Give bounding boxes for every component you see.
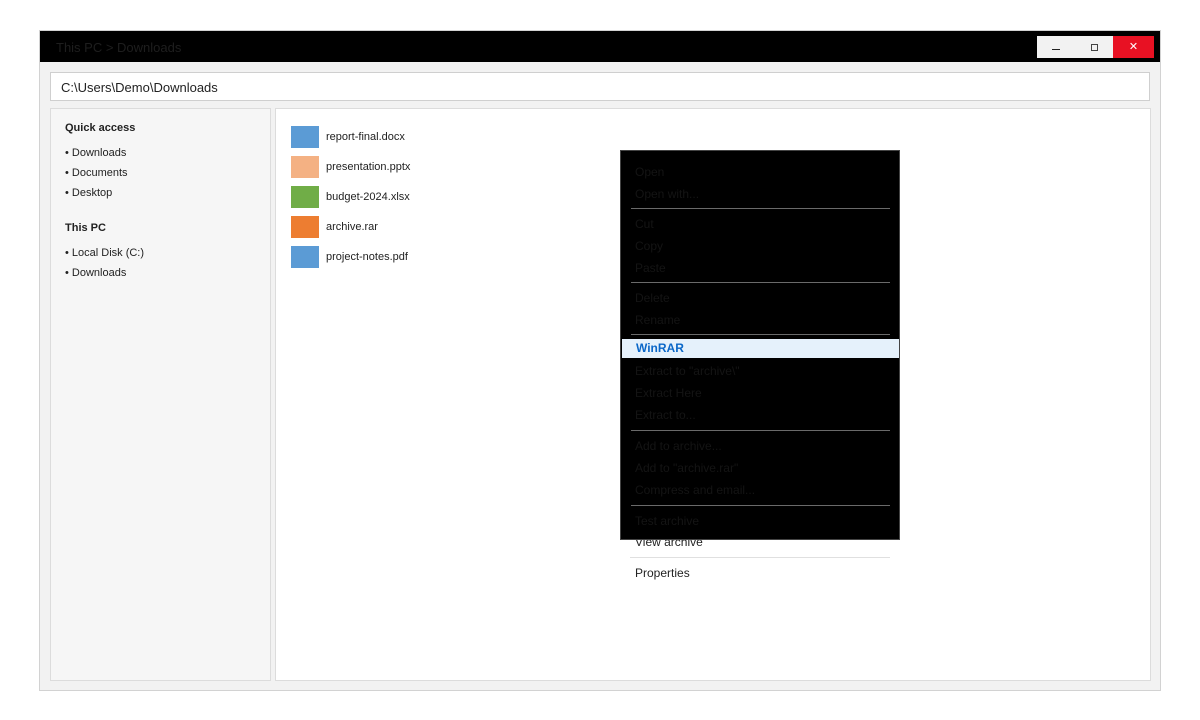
sidebar-item-local-disk[interactable]: • Local Disk (C:) [65,247,144,259]
pptx-file-icon [291,156,319,178]
sidebar-item-desktop[interactable]: • Desktop [65,187,112,199]
menu-item-test-archive[interactable]: Test archive [621,511,899,531]
file-item[interactable]: presentation.pptx [291,156,410,178]
minimize-icon [1052,48,1060,50]
menu-item-delete[interactable]: Delete [621,288,899,308]
menu-item-open[interactable]: Open [621,162,899,182]
xlsx-file-icon [291,186,319,208]
menu-item-paste[interactable]: Paste [621,258,899,278]
menu-item-compress-and-email[interactable]: Compress and email... [621,480,899,500]
sidebar-item-documents[interactable]: • Documents [65,167,128,179]
rar-file-icon [291,216,319,238]
context-menu: Open Open with... Cut Copy Paste Delete … [620,150,900,540]
menu-item-cut[interactable]: Cut [621,214,899,234]
close-icon: ✕ [1128,40,1139,53]
file-name: archive.rar [326,221,378,233]
menu-separator [631,208,890,209]
menu-item-copy[interactable]: Copy [621,236,899,256]
menu-item-rename[interactable]: Rename [621,310,899,330]
sidebar-item-downloads[interactable]: • Downloads [65,147,126,159]
file-name: presentation.pptx [326,161,411,173]
quick-access-title[interactable]: Quick access [65,122,135,134]
menu-item-extract-here[interactable]: Extract Here [621,383,899,403]
menu-item-add-to-archive[interactable]: Add to archive... [621,436,899,456]
menu-item-properties[interactable]: Properties [635,566,690,580]
menu-separator [631,282,890,283]
file-name: budget-2024.xlsx [326,191,410,203]
address-path: C:\Users\Demo\Downloads [61,80,218,95]
address-bar[interactable]: C:\Users\Demo\Downloads [50,72,1150,101]
close-button[interactable]: ✕ [1113,36,1154,58]
file-item[interactable]: budget-2024.xlsx [291,186,410,208]
menu-separator [631,505,890,506]
minimize-button[interactable] [1037,36,1075,58]
file-name: project-notes.pdf [326,251,408,263]
pdf-file-icon [291,246,319,268]
menu-separator [631,430,890,431]
window-title: This PC > Downloads [56,40,182,55]
menu-item-winrar[interactable]: WinRAR [622,339,899,358]
title-bar[interactable]: This PC > Downloads ✕ [40,31,1160,62]
menu-item-extract-to[interactable]: Extract to... [621,405,899,425]
menu-separator [630,557,890,558]
menu-item-extract-to-folder[interactable]: Extract to "archive\" [621,361,899,381]
menu-item-add-to-archive-rar[interactable]: Add to "archive.rar" [621,458,899,478]
file-name: report-final.docx [326,131,405,143]
window-controls: ✕ [1037,36,1154,58]
file-item[interactable]: report-final.docx [291,126,405,148]
docx-file-icon [291,126,319,148]
menu-separator [631,334,890,335]
maximize-button[interactable] [1075,36,1113,58]
menu-item-open-with[interactable]: Open with... [621,184,899,204]
explorer-window: This PC > Downloads ✕ C:\Users\Demo\Down… [39,30,1161,691]
maximize-icon [1090,43,1098,51]
file-item-selected[interactable]: archive.rar [291,216,378,238]
file-item[interactable]: project-notes.pdf [291,246,408,268]
sidebar-item-downloads-pc[interactable]: • Downloads [65,267,126,279]
this-pc-title[interactable]: This PC [65,222,106,234]
navigation-pane: Quick access • Downloads • Documents • D… [50,108,271,681]
